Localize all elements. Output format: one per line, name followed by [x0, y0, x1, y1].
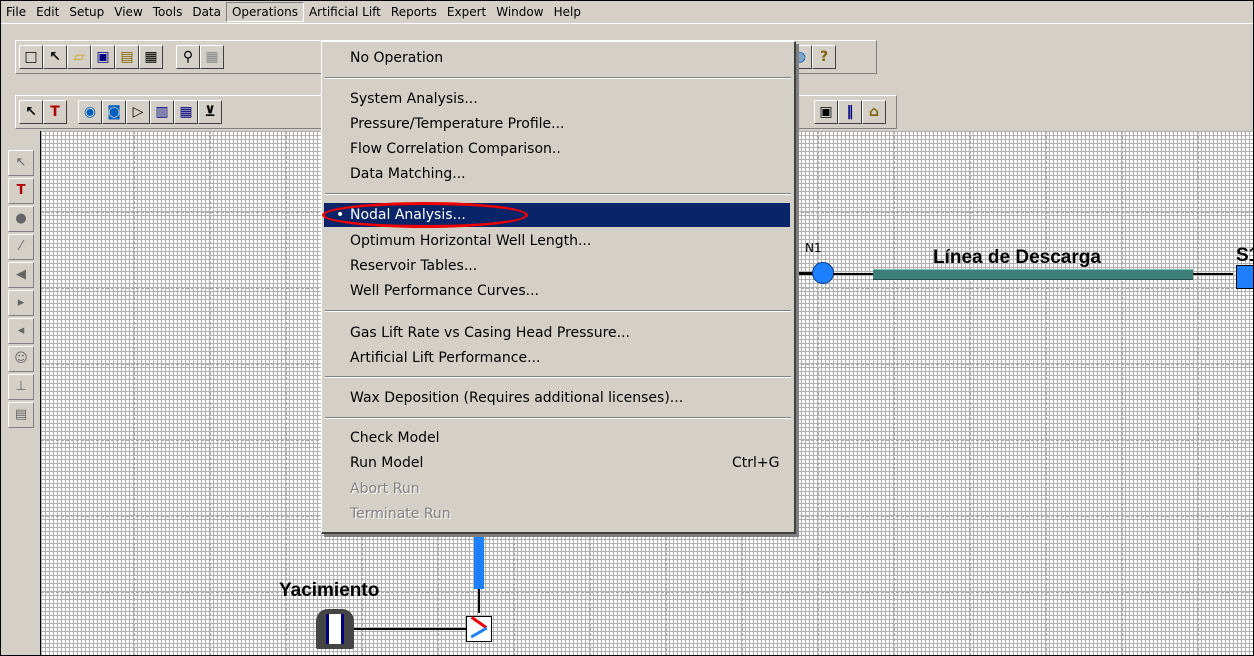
- flowline-pipe[interactable]: [873, 269, 1193, 280]
- menu-data[interactable]: Data: [187, 3, 226, 21]
- menu-item-check-model[interactable]: Check Model: [350, 427, 440, 449]
- palette-injector-icon[interactable]: ▸: [8, 290, 34, 316]
- menu-item-no-operation[interactable]: No Operation: [350, 47, 443, 69]
- help-icon[interactable]: ?: [812, 45, 836, 69]
- properties-icon[interactable]: ▤: [115, 45, 139, 69]
- sink-s1-label: S1: [1236, 245, 1253, 266]
- palette-source-icon[interactable]: ◀: [8, 262, 34, 288]
- reservoir-label: Yacimiento: [279, 580, 380, 601]
- menu-tools[interactable]: Tools: [148, 3, 188, 21]
- reservoir-icon[interactable]: [316, 609, 354, 649]
- menu-item-artificial-lift-performance[interactable]: Artificial Lift Performance...: [350, 347, 540, 369]
- manifold-icon[interactable]: ▦: [174, 100, 198, 124]
- menu-file[interactable]: File: [1, 3, 31, 21]
- highlight-annotation-ellipse: [322, 202, 528, 228]
- save-icon[interactable]: ▣: [91, 45, 115, 69]
- palette-table-icon[interactable]: ▤: [8, 402, 34, 428]
- menu-artificial-lift[interactable]: Artificial Lift: [304, 3, 386, 21]
- menu-item-abort-run: Abort Run: [350, 481, 420, 497]
- menu-operations[interactable]: Operations: [225, 2, 304, 22]
- tubing-pipe[interactable]: [474, 531, 484, 589]
- select-arrow-icon[interactable]: ↖: [19, 100, 43, 124]
- menu-item-gas-lift-rate[interactable]: Gas Lift Rate vs Casing Head Pressure...: [350, 322, 630, 344]
- menu-edit[interactable]: Edit: [31, 3, 64, 21]
- menu-item-terminate-run: Terminate Run: [350, 506, 451, 522]
- connector-line: [478, 589, 480, 613]
- palette-producer-icon[interactable]: ◂: [8, 318, 34, 344]
- node-n1-label: N1: [805, 241, 822, 255]
- source-icon[interactable]: ◉: [78, 100, 102, 124]
- well-icon[interactable]: ◙: [102, 100, 126, 124]
- grid-icon[interactable]: ▦: [200, 45, 224, 69]
- palette-select-icon[interactable]: ↖: [8, 150, 34, 176]
- palette-link-icon[interactable]: ⁄: [8, 234, 34, 260]
- node-n1[interactable]: [812, 262, 834, 284]
- menu-item-data-matching[interactable]: Data Matching...: [350, 163, 466, 185]
- connector-line: [1193, 273, 1233, 275]
- platform-icon[interactable]: ⌂: [862, 100, 886, 124]
- choke-icon[interactable]: ⊻: [198, 100, 222, 124]
- menu-item-wax-deposition[interactable]: Wax Deposition (Requires additional lice…: [350, 387, 683, 409]
- sink-s1[interactable]: [1236, 265, 1253, 289]
- print-icon[interactable]: ▦: [139, 45, 163, 69]
- run-model-shortcut: Ctrl+G: [732, 455, 780, 471]
- menu-item-system-analysis[interactable]: System Analysis...: [350, 88, 478, 110]
- connector-line: [354, 628, 466, 630]
- well-icon[interactable]: [466, 616, 492, 642]
- application-window: File Edit Setup View Tools Data Operatio…: [0, 0, 1254, 656]
- menu-view[interactable]: View: [109, 3, 147, 21]
- menu-item-flow-correlation-comparison[interactable]: Flow Correlation Comparison..: [350, 138, 561, 160]
- menu-setup[interactable]: Setup: [64, 3, 109, 21]
- menu-reports[interactable]: Reports: [386, 3, 442, 21]
- palette-person-icon[interactable]: ☺: [8, 346, 34, 372]
- palette-valve-icon[interactable]: ⊥: [8, 374, 34, 400]
- menu-item-run-model[interactable]: Run Model: [350, 452, 423, 474]
- compressor-icon[interactable]: ‖: [838, 100, 862, 124]
- menu-expert[interactable]: Expert: [442, 3, 491, 21]
- separator-icon[interactable]: ▥: [150, 100, 174, 124]
- menu-item-reservoir-tables[interactable]: Reservoir Tables...: [350, 255, 477, 277]
- menu-item-optimum-horizontal-well-length[interactable]: Optimum Horizontal Well Length...: [350, 230, 591, 252]
- connector-line: [833, 273, 873, 275]
- flowline-label: Línea de Descarga: [933, 247, 1101, 268]
- open-folder-icon[interactable]: ▱: [67, 45, 91, 69]
- new-file-icon[interactable]: □: [19, 45, 43, 69]
- palette-node-icon[interactable]: ●: [8, 206, 34, 232]
- report-icon[interactable]: ▣: [814, 100, 838, 124]
- menu-item-well-performance-curves[interactable]: Well Performance Curves...: [350, 280, 539, 302]
- operations-dropdown: No Operation System Analysis... Pressure…: [321, 41, 796, 534]
- palette-text-icon[interactable]: T: [8, 178, 34, 204]
- pump-icon[interactable]: ▷: [126, 100, 150, 124]
- pointer-tool-icon[interactable]: ↖: [43, 45, 67, 69]
- menu-help[interactable]: Help: [549, 3, 586, 21]
- menu-window[interactable]: Window: [491, 3, 548, 21]
- tool-palette: ↖ T ● ⁄ ◀ ▸ ◂ ☺ ⊥ ▤: [7, 148, 35, 654]
- text-tool-icon[interactable]: T: [43, 100, 67, 124]
- menu-item-pressure-temperature-profile[interactable]: Pressure/Temperature Profile...: [350, 113, 565, 135]
- find-icon[interactable]: ⚲: [176, 45, 200, 69]
- menu-bar: File Edit Setup View Tools Data Operatio…: [1, 1, 1253, 24]
